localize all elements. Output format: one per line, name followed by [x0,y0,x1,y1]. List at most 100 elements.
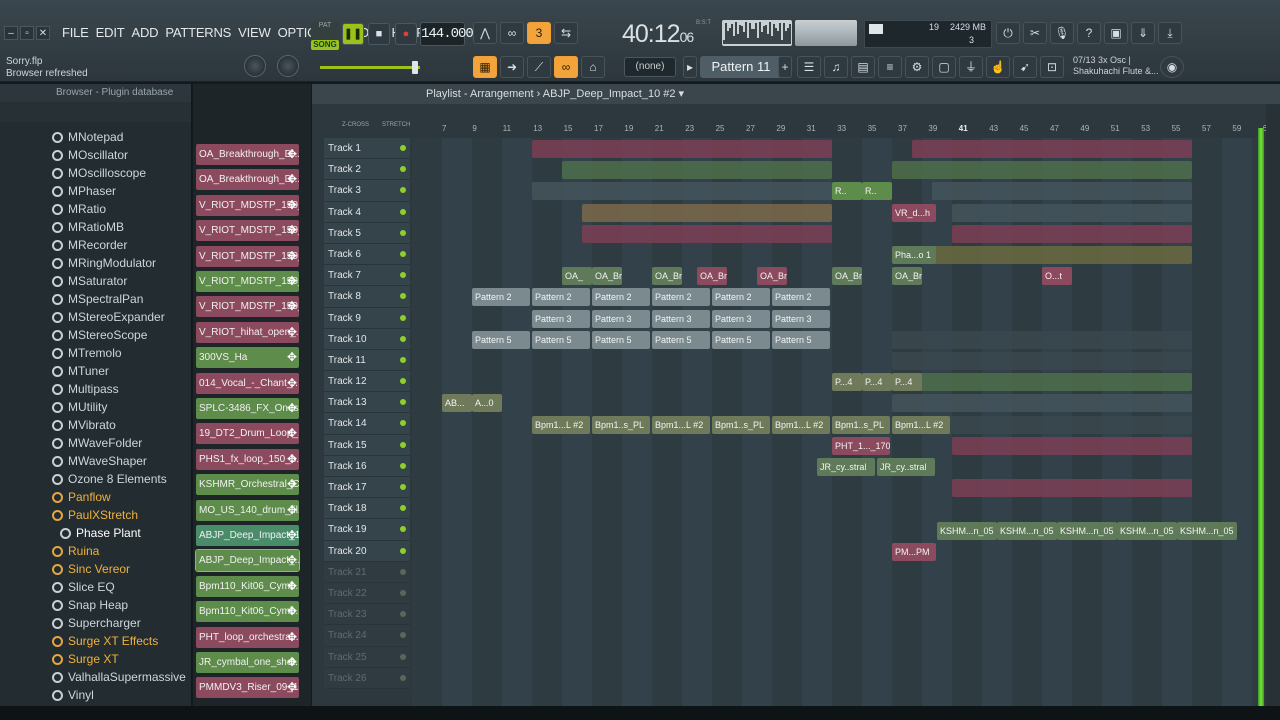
browser-item[interactable]: Sinc Vereor [0,560,192,578]
vertical-scrollbar[interactable] [1266,104,1280,706]
browser-item[interactable]: MRatio [0,200,192,218]
playlist-clip[interactable]: Bpm1..s_PL [592,415,650,434]
browser-item[interactable]: MTremolo [0,344,192,362]
move-icon[interactable]: ✥ [287,576,297,597]
audio-clip-strip[interactable] [952,479,1192,498]
master-volume-knob[interactable] [244,55,266,77]
picker-clip[interactable]: V_RIOT_MDSTP_150_f...✥ [196,220,299,242]
move-icon[interactable]: ✥ [287,322,297,343]
playlist-clip[interactable]: Pha...o 1 [892,246,936,264]
track-mute-led[interactable] [400,250,406,257]
browser-item[interactable]: MWaveFolder [0,434,192,452]
browser-item[interactable]: Phase Plant [0,524,192,542]
playlist-clip[interactable]: Pattern 3 [652,309,710,328]
track-header[interactable]: Track 4 [324,201,410,223]
track-header[interactable]: Track 10 [324,328,410,350]
playlist-clip[interactable]: Pattern 2 [652,288,710,307]
move-icon[interactable]: ✥ [287,474,297,495]
track-mute-led[interactable] [400,229,406,236]
picker-clip[interactable]: V_RIOT_hihat_open_... ✥ [196,321,299,343]
snap-selector[interactable]: (none) [624,57,676,77]
track-header[interactable]: Track 11 [324,349,410,372]
move-icon[interactable]: ✥ [287,652,297,673]
browser-item[interactable]: MStereoExpander [0,308,192,326]
playlist-clip[interactable]: P...4 [892,373,922,392]
track-mute-led[interactable] [400,145,406,151]
browser-item[interactable]: MRatioMB [0,218,192,236]
browser-item[interactable]: MWaveShaper [0,452,192,470]
track-mute-led[interactable] [400,335,406,342]
cart-icon[interactable]: ⊡ [1040,56,1064,78]
picker-clip[interactable]: 19_DT2_Drum_Loop_... ✥ [196,423,299,445]
globe-icon[interactable]: ◉ [1160,56,1184,78]
track-header[interactable]: Track 26 [324,667,410,689]
loop-record-icon[interactable]: ⇆ [554,22,578,44]
timeline-ruler[interactable]: 7 9 11 13 15 17 19 21 23 25 27 29 31 33 35 37 39 41 43 45 47… [412,122,1272,136]
picker-clip[interactable]: OA_Breakthrough_D... ✥ [196,144,299,165]
browser-item[interactable]: MNotepad [0,128,192,146]
track-mute-led[interactable] [400,314,406,321]
playlist-clip[interactable]: Pattern 2 [712,288,770,307]
playlist-clip[interactable]: OA_Br..n_Dry [832,267,862,286]
snap-icon[interactable]: ∞ [554,56,578,78]
browser-item[interactable]: MVibrato [0,416,192,434]
maximize-icon[interactable]: ▫ [20,26,34,40]
browser-item[interactable]: Multipass [0,380,192,398]
track-header[interactable]: Track 6 [324,243,410,266]
arrangement-grid[interactable]: Pattern 2 Pattern 2 Pattern 2 Pattern 2 Patt… [412,138,1262,706]
move-icon[interactable]: ✥ [287,144,297,165]
track-mute-led[interactable] [400,589,406,596]
track-header[interactable]: Track 21 [324,561,410,583]
move-icon[interactable]: ✥ [287,246,297,267]
audio-clip-strip[interactable] [892,161,1192,180]
picker-clip[interactable]: MO_US_140_drum_fil... ✥ [196,499,299,521]
playlist-clip[interactable]: OA_ [562,267,592,286]
save-icon[interactable]: ▣ [1104,22,1128,44]
playlist-clip[interactable]: Pattern 5 [592,330,650,349]
audio-clip-strip[interactable] [932,246,1192,264]
track-header[interactable]: Track 12 [324,371,410,393]
picker-clip[interactable]: V_RIOT_MDSTP_150_f...✥ [196,271,299,292]
playlist-icon[interactable]: ☰ [797,56,821,78]
browser-item[interactable]: ValhallaSupermassive [0,668,192,686]
track-header[interactable]: Track 16 [324,455,410,477]
browser-item[interactable]: Slice EQ [0,578,192,596]
audio-clip-strip[interactable] [582,203,832,222]
track-mute-led[interactable] [400,356,406,363]
browser-item[interactable]: Panflow [0,488,192,506]
playlist-clip[interactable]: Pattern 2 [772,288,830,307]
plug-icon[interactable]: ⏚ [959,56,983,78]
track-header[interactable]: Track 13 [324,392,410,414]
track-mute-led[interactable] [400,208,406,215]
playlist-clip[interactable]: JR_cy..stral [877,458,935,476]
track-mute-led[interactable] [400,166,406,173]
move-icon[interactable]: ✥ [287,398,297,419]
track-header[interactable]: Track 25 [324,646,410,668]
piano-roll-icon[interactable]: ♫ [824,56,848,78]
menu-file[interactable]: FILE [62,25,89,40]
move-icon[interactable]: ✥ [287,169,297,190]
playlist-clip[interactable]: P...4 [832,373,862,392]
audio-clip-strip[interactable] [532,182,832,201]
playlist-clip[interactable]: A...0 [472,394,502,413]
playlist-clip[interactable]: OA_Breakth [697,267,727,286]
channel-rack-icon[interactable]: ▤ [851,56,875,78]
track-header[interactable]: Track 2 [324,159,410,181]
playlist-clip[interactable]: P...4 [862,373,892,392]
playlist-clip[interactable]: Pattern 2 [472,288,530,307]
plugin-icon[interactable]: ⚙ [905,56,929,78]
audio-clip-strip[interactable] [892,330,1192,349]
audio-clip-strip[interactable] [532,140,832,158]
menu-edit[interactable]: EDIT [96,25,125,40]
audio-clip-strip[interactable] [932,182,1192,201]
playlist-clip[interactable]: OA_Bre [652,267,682,286]
record-button[interactable]: ● [395,23,417,45]
audio-clip-strip[interactable] [892,373,1192,392]
browser-item[interactable]: Snap Heap [0,596,192,614]
playlist-clip[interactable]: O...t [1042,267,1072,286]
track-mute-led[interactable] [400,568,406,575]
slider-handle[interactable] [412,61,418,74]
playlist-clip[interactable]: Bpm1...L #2 [772,415,830,434]
track-mute-led[interactable] [400,420,406,427]
track-mute-led[interactable] [400,399,406,406]
